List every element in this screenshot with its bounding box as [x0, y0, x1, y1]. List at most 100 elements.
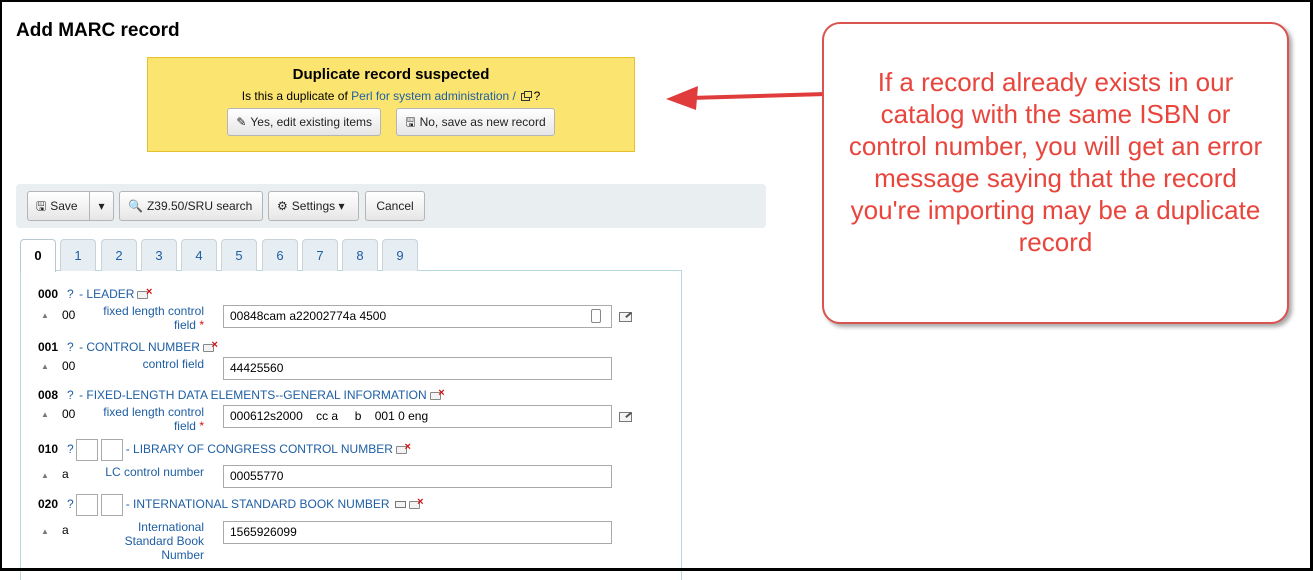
tab-2[interactable]: 2: [101, 239, 137, 271]
help-link[interactable]: ?: [67, 442, 74, 456]
indicator-2-input[interactable]: [100, 494, 123, 516]
settings-label: Settings: [291, 199, 336, 213]
field-010-header: 010? - LIBRARY OF CONGRESS CONTROL NUMBER: [38, 439, 411, 461]
delete-field-icon[interactable]: [202, 340, 218, 352]
subfield-code: 00: [62, 308, 76, 322]
toolbar: 🖫 Save ▾ 🔍 Z39.50/SRU search ⚙ Settings ▾ C…: [16, 184, 766, 228]
tab-9[interactable]: 9: [382, 239, 418, 271]
subfield-code: a: [62, 523, 69, 537]
tab-4[interactable]: 4: [181, 239, 217, 271]
subfield-label-text: fixed length control field: [103, 405, 204, 433]
move-up-icon[interactable]: ▲: [41, 410, 49, 419]
field-label[interactable]: - CONTROL NUMBER: [79, 340, 200, 354]
field-tag: 010: [38, 442, 59, 457]
field-label[interactable]: - INTERNATIONAL STANDARD BOOK NUMBER: [126, 497, 390, 511]
tab-5[interactable]: 5: [221, 239, 257, 271]
lc-control-number-input[interactable]: 00055770: [223, 465, 612, 488]
z3950-search-button[interactable]: 🔍 Z39.50/SRU search: [119, 191, 263, 221]
tab-7[interactable]: 7: [302, 239, 338, 271]
tab-8[interactable]: 8: [342, 239, 378, 271]
help-link[interactable]: ?: [67, 340, 74, 354]
duplicate-question-suffix: ?: [533, 89, 541, 103]
gear-icon: ⚙: [277, 199, 288, 213]
required-marker: *: [199, 318, 204, 332]
save-as-new-record-label: No, save as new record: [419, 115, 546, 129]
save-button[interactable]: 🖫 Save: [27, 191, 90, 221]
field-tag: 000: [38, 287, 59, 301]
clone-field-icon[interactable]: [394, 501, 406, 509]
caret-down-icon: ▾: [98, 199, 105, 213]
page-title: Add MARC record: [16, 20, 180, 41]
tab-6[interactable]: 6: [262, 239, 298, 271]
tab-1[interactable]: 1: [60, 239, 96, 271]
search-icon: 🔍: [128, 199, 143, 213]
help-link[interactable]: ?: [67, 497, 74, 511]
callout-text: If a record already exists in our catalo…: [848, 67, 1263, 257]
subfield-code: 00: [62, 359, 76, 373]
required-marker: *: [199, 419, 204, 433]
field-tag: 020: [38, 497, 59, 512]
field-value: 000612s2000 cc a b 001 0 eng: [230, 409, 429, 423]
save-label: Save: [50, 199, 78, 213]
field-001-header: 001? - CONTROL NUMBER: [38, 340, 218, 354]
field-020-header: 020? - INTERNATIONAL STANDARD BOOK NUMBER: [38, 494, 424, 516]
indicator-2-input[interactable]: [100, 439, 123, 461]
lock-icon: [591, 309, 601, 323]
field-000-header: 000? - LEADER: [38, 287, 152, 301]
edit-existing-items-button[interactable]: ✎ Yes, edit existing items: [227, 108, 382, 136]
control-number-input[interactable]: 44425560: [223, 357, 612, 380]
field-label[interactable]: - LEADER: [79, 287, 134, 301]
callout-arrow: [666, 86, 827, 110]
delete-field-icon[interactable]: [395, 442, 411, 455]
duplicate-question: Is this a duplicate of Perl for system a…: [148, 89, 634, 103]
pencil-icon: ✎: [236, 115, 247, 129]
subfield-label[interactable]: LC control number: [90, 465, 204, 479]
tag-editor-icon[interactable]: [619, 312, 632, 322]
duplicate-record-link[interactable]: Perl for system administration /: [351, 89, 516, 103]
save-dropdown-button[interactable]: ▾: [89, 191, 114, 221]
edit-existing-items-label: Yes, edit existing items: [250, 115, 373, 129]
settings-button[interactable]: ⚙ Settings ▾: [268, 191, 359, 221]
indicator-1-input[interactable]: [75, 439, 98, 461]
indicator-1-input[interactable]: [75, 494, 98, 516]
move-up-icon[interactable]: ▲: [41, 527, 49, 536]
duplicate-alert-title: Duplicate record suspected: [292, 66, 490, 83]
floppy-disk-icon: 🖫: [405, 115, 416, 129]
save-as-new-record-button[interactable]: 🖫 No, save as new record: [396, 108, 555, 136]
field-value: 00848cam a22002774a 4500: [230, 309, 387, 323]
leader-field-input[interactable]: 00848cam a22002774a 4500: [223, 305, 612, 328]
subfield-label-text: fixed length control field: [103, 304, 204, 332]
field-label[interactable]: - LIBRARY OF CONGRESS CONTROL NUMBER: [126, 442, 393, 456]
duplicate-question-prefix: Is this a duplicate of: [241, 89, 348, 103]
field-008-header: 008? - FIXED-LENGTH DATA ELEMENTS--GENER…: [38, 388, 445, 402]
help-link[interactable]: ?: [67, 388, 74, 402]
tag-editor-icon[interactable]: [619, 412, 632, 422]
floppy-disk-icon: 🖫: [36, 199, 47, 213]
subfield-label[interactable]: control field: [90, 357, 204, 371]
annotation-callout: If a record already exists in our catalo…: [822, 22, 1289, 324]
fixed-length-data-input[interactable]: 000612s2000 cc a b 001 0 eng: [223, 405, 612, 428]
move-up-icon[interactable]: ▲: [41, 471, 49, 480]
subfield-label[interactable]: fixed length control field *: [90, 405, 204, 433]
tab-3[interactable]: 3: [141, 239, 177, 271]
move-up-icon[interactable]: ▲: [41, 362, 49, 371]
move-up-icon[interactable]: ▲: [41, 311, 49, 320]
delete-field-icon[interactable]: [429, 388, 445, 400]
z3950-search-label: Z39.50/SRU search: [146, 199, 253, 213]
delete-field-icon[interactable]: [408, 497, 424, 510]
cancel-button[interactable]: Cancel: [365, 191, 425, 221]
subfield-label[interactable]: fixed length control field *: [90, 304, 204, 332]
field-value: 44425560: [230, 361, 284, 375]
external-window-icon[interactable]: [521, 91, 533, 101]
field-value: 1565926099: [230, 525, 297, 539]
field-label[interactable]: - FIXED-LENGTH DATA ELEMENTS--GENERAL IN…: [79, 388, 427, 402]
tab-0[interactable]: 0: [20, 239, 56, 272]
field-tag: 001: [38, 340, 59, 354]
delete-field-icon[interactable]: [137, 287, 152, 299]
field-tag: 008: [38, 388, 59, 402]
subfield-code: 00: [62, 407, 76, 421]
subfield-label[interactable]: International Standard Book Number: [90, 520, 204, 562]
help-link[interactable]: ?: [67, 287, 74, 301]
field-value: 00055770: [230, 469, 284, 483]
isbn-input[interactable]: 1565926099: [223, 521, 612, 544]
